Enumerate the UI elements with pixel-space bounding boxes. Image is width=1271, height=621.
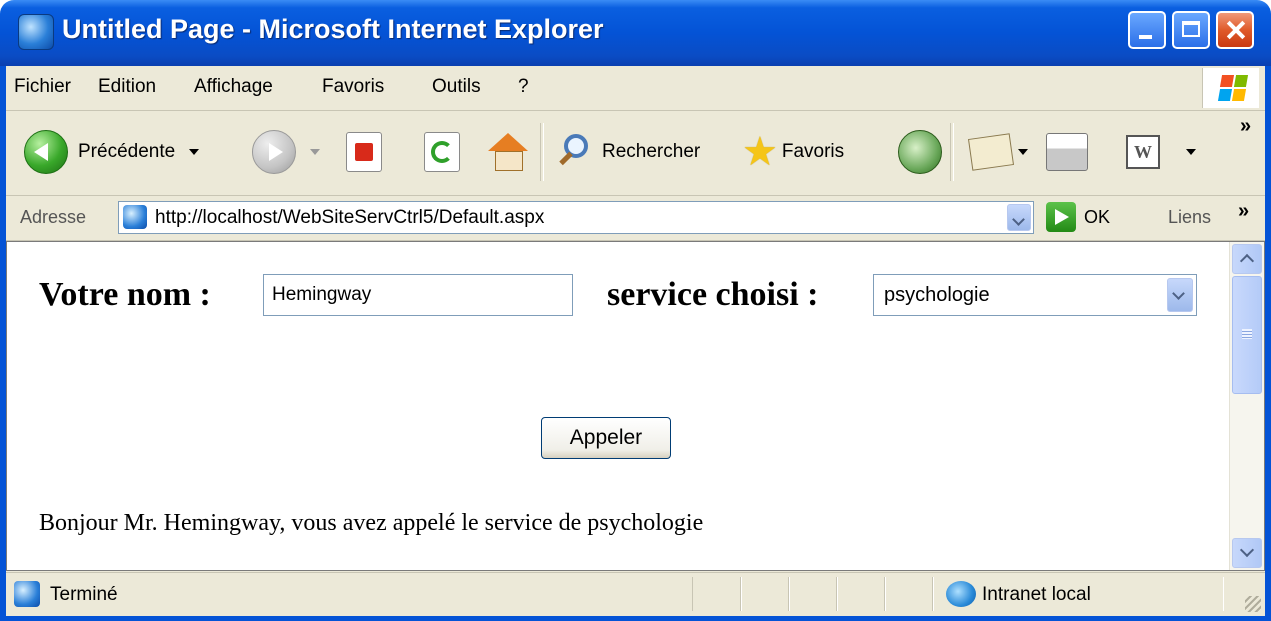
- refresh-button[interactable]: [424, 127, 460, 177]
- word-dropdown-icon[interactable]: [1186, 149, 1196, 155]
- home-button[interactable]: [488, 127, 528, 177]
- zone-text: Intranet local: [982, 584, 1091, 605]
- status-cell: [836, 577, 886, 611]
- title-bar[interactable]: Untitled Page - Microsoft Internet Explo…: [0, 0, 1271, 66]
- search-label: Rechercher: [602, 141, 701, 162]
- status-cell: [884, 577, 934, 611]
- ie-icon: [18, 14, 54, 50]
- back-arrow-icon: [24, 130, 68, 174]
- window-frame: Fichier Edition Affichage Favoris Outils…: [0, 66, 1271, 621]
- address-label: Adresse: [20, 207, 87, 227]
- links-label[interactable]: Liens: [1168, 207, 1211, 228]
- page-icon: [123, 205, 147, 229]
- forward-arrow-icon: [252, 130, 296, 174]
- intranet-zone-icon: [946, 581, 976, 607]
- toolbar-separator: [950, 123, 954, 181]
- go-label: OK: [1084, 206, 1111, 227]
- status-bar: Terminé Intranet local: [6, 572, 1265, 616]
- browser-window: Untitled Page - Microsoft Internet Explo…: [0, 0, 1271, 621]
- menu-affichage[interactable]: Affichage: [194, 76, 273, 98]
- service-selected-value: psychologie: [884, 284, 990, 306]
- status-cell: [788, 577, 838, 611]
- status-cell: [692, 577, 742, 611]
- service-select[interactable]: psychologie: [873, 274, 1197, 316]
- star-icon: ★: [742, 130, 778, 174]
- menu-bar: Fichier Edition Affichage Favoris Outils…: [6, 66, 1265, 111]
- name-input[interactable]: [263, 274, 573, 316]
- refresh-icon: [424, 132, 460, 172]
- stop-icon: [346, 132, 382, 172]
- favorites-label: Favoris: [781, 141, 845, 162]
- menu-favoris[interactable]: Favoris: [322, 76, 384, 98]
- back-dropdown-icon[interactable]: [189, 149, 200, 155]
- back-label: Précédente: [78, 141, 176, 162]
- scroll-up-icon[interactable]: [1232, 244, 1262, 274]
- address-field[interactable]: http://localhost/WebSiteServCtrl5/Defaul…: [118, 201, 1034, 234]
- stop-button[interactable]: [346, 127, 382, 177]
- print-button[interactable]: [1046, 127, 1088, 177]
- word-button[interactable]: W: [1126, 127, 1196, 177]
- toolbar: Précédente Rechercher ★ Favoris W »: [6, 111, 1265, 196]
- go-arrow-icon: [1046, 202, 1076, 232]
- go-button[interactable]: OK: [1046, 202, 1110, 232]
- back-button[interactable]: Précédente: [24, 127, 200, 177]
- maximize-icon[interactable]: [1172, 11, 1210, 49]
- window-body: Fichier Edition Affichage Favoris Outils…: [6, 66, 1265, 616]
- search-icon: [556, 132, 596, 172]
- history-icon: [898, 130, 942, 174]
- scroll-thumb[interactable]: [1232, 276, 1262, 394]
- status-text: Terminé: [50, 584, 118, 605]
- history-button[interactable]: [898, 127, 942, 177]
- resize-grip[interactable]: [1245, 596, 1261, 612]
- favorites-button[interactable]: ★ Favoris: [742, 127, 844, 177]
- mail-button[interactable]: [967, 127, 1028, 177]
- windows-logo-icon: [1202, 68, 1259, 108]
- mail-dropdown-icon[interactable]: [1018, 149, 1028, 155]
- page-content: Votre nom : service choisi : psychologie…: [6, 241, 1265, 571]
- close-icon[interactable]: [1216, 11, 1254, 49]
- toolbar-chevron-icon[interactable]: »: [1240, 115, 1251, 138]
- print-icon: [1046, 133, 1088, 171]
- search-button[interactable]: Rechercher: [556, 127, 700, 177]
- result-message: Bonjour Mr. Hemingway, vous avez appelé …: [39, 510, 704, 536]
- menu-outils[interactable]: Outils: [432, 76, 481, 98]
- scroll-down-icon[interactable]: [1232, 538, 1262, 568]
- window-title: Untitled Page - Microsoft Internet Explo…: [62, 14, 604, 44]
- vertical-scrollbar[interactable]: [1229, 242, 1264, 570]
- menu-help[interactable]: ?: [518, 76, 529, 98]
- chevron-down-icon[interactable]: [1167, 278, 1193, 312]
- address-url[interactable]: http://localhost/WebSiteServCtrl5/Defaul…: [155, 207, 544, 229]
- call-button[interactable]: Appeler: [541, 417, 671, 459]
- minimize-icon[interactable]: [1128, 11, 1166, 49]
- home-icon: [488, 133, 528, 171]
- links-chevron-icon[interactable]: »: [1238, 200, 1249, 223]
- service-label: service choisi :: [607, 276, 819, 313]
- mail-icon: [967, 133, 1015, 171]
- address-dropdown-icon[interactable]: [1007, 204, 1031, 231]
- menu-edition[interactable]: Edition: [98, 76, 156, 98]
- name-label: Votre nom :: [39, 276, 211, 313]
- word-icon: W: [1126, 135, 1160, 169]
- page-done-icon: [14, 581, 40, 607]
- forward-dropdown-icon[interactable]: [310, 149, 320, 155]
- status-cell: [740, 577, 790, 611]
- address-bar: Adresse http://localhost/WebSiteServCtrl…: [6, 196, 1265, 241]
- forward-button[interactable]: [252, 127, 320, 177]
- toolbar-separator: [540, 123, 544, 181]
- menu-fichier[interactable]: Fichier: [14, 76, 71, 98]
